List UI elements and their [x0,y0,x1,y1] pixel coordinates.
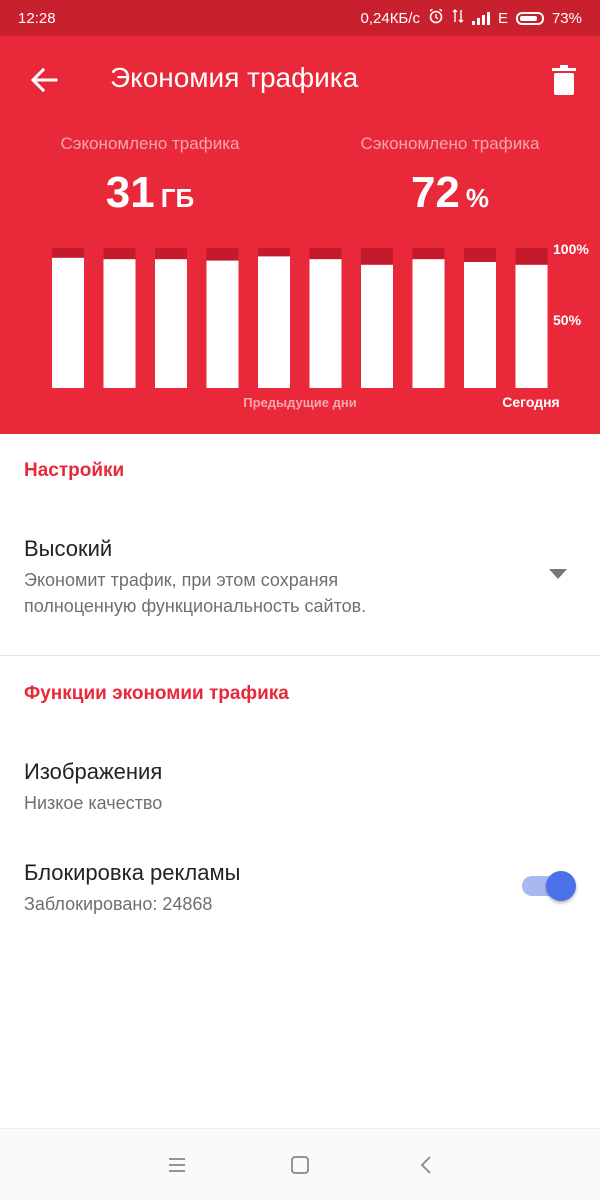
saved-percent-value: 72% [300,168,600,218]
section-divider [0,655,600,656]
status-bar: 12:28 0,24КБ/с E 73% [0,0,600,36]
status-network: E [497,9,508,27]
x-label-today: Сегодня [502,394,559,410]
mode-dropdown-button[interactable] [544,562,572,586]
home-square-icon [291,1156,309,1174]
page-title: Экономия трафика [110,62,359,93]
adblock-count: Заблокировано: 24868 [24,894,213,914]
saved-traffic-value: 31 ГБ [0,168,300,218]
home-button[interactable] [286,1151,314,1179]
bar-saved-3 [155,259,187,388]
savings-mode-description-1: Экономит трафик, при этом сохраняя [24,570,339,590]
savings-chart: 100% 50% Предыдущие дни Сегодня [52,242,589,410]
y-tick-100: 100% [553,242,589,257]
data-transfer-icon [452,8,464,28]
saved-percent-label: Сэкономлено трафика [360,134,540,153]
bar-saved-1 [52,257,84,388]
bar-saved-6 [309,259,342,388]
status-speed: 0,24КБ/с [360,9,420,27]
signal-icon [471,11,490,25]
images-value: Низкое качество [24,793,163,813]
bar-saved-9 [464,262,496,388]
alarm-icon [428,8,444,28]
bar-saved-7 [361,264,393,388]
bar-saved-4 [206,260,239,388]
adblock-title: Блокировка рекламы [24,860,241,885]
bar-saved-8 [412,259,445,388]
status-battery: 73% [551,9,582,27]
saved-traffic-label: Сэкономлено трафика [60,134,240,153]
status-right: 0,24КБ/с E 73% [360,8,582,28]
saved-percent-number: 72 [410,168,460,217]
bar-saved-2 [103,259,136,388]
toggle-thumb [546,871,576,901]
saved-traffic-number: 31 [105,168,155,217]
menu-button[interactable] [163,1151,191,1179]
saved-percent-unit: % [465,183,490,213]
battery-icon [515,11,544,25]
x-label-previous-days: Предыдущие дни [243,395,356,410]
features-section-title: Функции экономии трафика [24,683,289,704]
saved-traffic-amount: Сэкономлено трафика 31 ГБ [0,134,300,218]
y-tick-50: 50% [553,312,582,328]
adblock-toggle[interactable] [520,868,580,904]
savings-mode-title: Высокий [24,536,113,561]
dropdown-triangle-icon [549,569,567,579]
saved-traffic-unit: ГБ [160,183,195,213]
settings-section-title: Настройки [24,460,125,481]
trash-icon [552,65,576,95]
status-time: 12:28 [18,9,56,27]
bar-saved-10 [515,264,548,388]
images-title: Изображения [24,759,163,784]
back-button[interactable] [24,60,64,100]
menu-icon [169,1158,185,1172]
system-nav-bar [0,1128,600,1200]
nav-back-button[interactable] [412,1151,440,1179]
savings-mode-description-2: полноценную функциональность сайтов. [24,596,367,616]
saved-traffic-percent: Сэкономлено трафика 72% [300,134,600,218]
arrow-left-icon [30,67,58,93]
traffic-savings-header: Экономия трафика Сэкономлено трафика 31 Г… [0,36,600,434]
bar-saved-5 [258,256,290,388]
delete-button[interactable] [544,60,584,100]
back-chevron-icon [420,1156,431,1174]
